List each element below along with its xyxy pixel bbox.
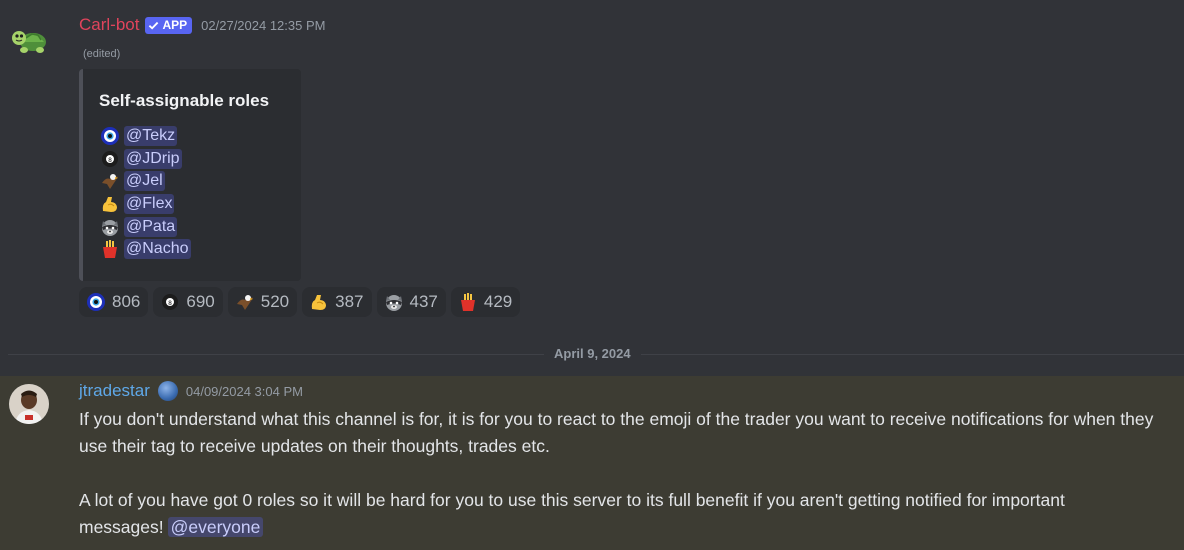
reaction-eagle[interactable]: 520 [227, 287, 298, 317]
message-jtradestar: jtradestar 04/09/2024 3:04 PM If you don… [0, 376, 1184, 550]
message-header: jtradestar 04/09/2024 3:04 PM [79, 380, 303, 402]
role-row: @Nacho [99, 238, 191, 261]
reaction-count: 429 [483, 292, 513, 311]
app-badge: APP [145, 16, 193, 34]
everyone-mention[interactable]: @everyone [167, 517, 264, 537]
reaction-flexed-biceps[interactable]: 387 [302, 287, 372, 317]
app-badge-label: APP [162, 18, 188, 32]
turtle-avatar[interactable] [10, 18, 50, 58]
reaction-fries[interactable]: 429 [450, 287, 521, 317]
reactions-bar: 806 8 690 520 387 437 429 [79, 287, 521, 317]
role-mention[interactable]: @Jel [124, 171, 165, 192]
nazar-amulet-icon [99, 126, 121, 146]
eagle-icon [236, 295, 253, 310]
fries-icon [460, 293, 475, 311]
message-paragraph: If you don't understand what this channe… [79, 409, 1154, 456]
flexed-biceps-icon [311, 295, 327, 310]
message-header: Carl-bot APP 02/27/2024 12:35 PM [79, 14, 325, 36]
edited-label: (edited) [83, 48, 121, 60]
role-row: 8 @JDrip [99, 148, 191, 171]
reaction-count: 387 [335, 292, 364, 311]
date-divider-label: April 9, 2024 [544, 346, 641, 361]
role-row: @Flex [99, 193, 191, 216]
role-mention[interactable]: @Pata [124, 216, 178, 237]
role-row: @Jel [99, 170, 191, 193]
svg-text:8: 8 [108, 157, 112, 164]
message-content: If you don't understand what this channe… [79, 406, 1159, 541]
timestamp: 02/27/2024 12:35 PM [201, 17, 326, 33]
role-list: @Tekz 8 @JDrip @Jel @Flex @Pata @Nacho [99, 125, 191, 261]
role-mention[interactable]: @JDrip [124, 148, 182, 169]
reaction-8-ball[interactable]: 8 690 [153, 287, 223, 317]
reaction-nazar[interactable]: 806 [79, 287, 149, 317]
user-avatar[interactable] [9, 384, 49, 424]
8-ball-icon: 8 [162, 294, 179, 310]
8-ball-icon: 8 [99, 149, 121, 169]
username[interactable]: jtradestar [79, 381, 150, 401]
role-mention[interactable]: @Flex [124, 194, 175, 215]
reaction-raccoon[interactable]: 437 [376, 287, 446, 317]
role-row: @Tekz [99, 125, 191, 148]
flexed-biceps-icon [99, 194, 121, 214]
message-paragraph: A lot of you have got 0 roles so it will… [79, 487, 1159, 541]
role-mention[interactable]: @Nacho [124, 239, 191, 260]
timestamp: 04/09/2024 3:04 PM [185, 383, 303, 399]
embed: Self-assignable roles @Tekz 8 @JDrip @Je… [79, 69, 301, 281]
eagle-icon [99, 171, 121, 191]
raccoon-icon [99, 217, 121, 237]
checkmark-icon [149, 21, 159, 30]
globe-icon[interactable] [157, 381, 178, 401]
message-carl-bot: Carl-bot APP 02/27/2024 12:35 PM (edited… [0, 0, 1184, 340]
reaction-count: 690 [186, 292, 215, 311]
reaction-count: 806 [112, 292, 141, 311]
fries-icon [99, 239, 121, 259]
reaction-count: 437 [409, 292, 438, 311]
nazar-amulet-icon [87, 293, 105, 311]
role-row: @Pata [99, 215, 191, 238]
svg-text:8: 8 [168, 300, 172, 307]
reaction-count: 520 [260, 292, 290, 311]
raccoon-icon [385, 295, 402, 311]
username[interactable]: Carl-bot [79, 15, 139, 35]
embed-title: Self-assignable roles [99, 91, 270, 110]
role-mention[interactable]: @Tekz [124, 126, 178, 147]
